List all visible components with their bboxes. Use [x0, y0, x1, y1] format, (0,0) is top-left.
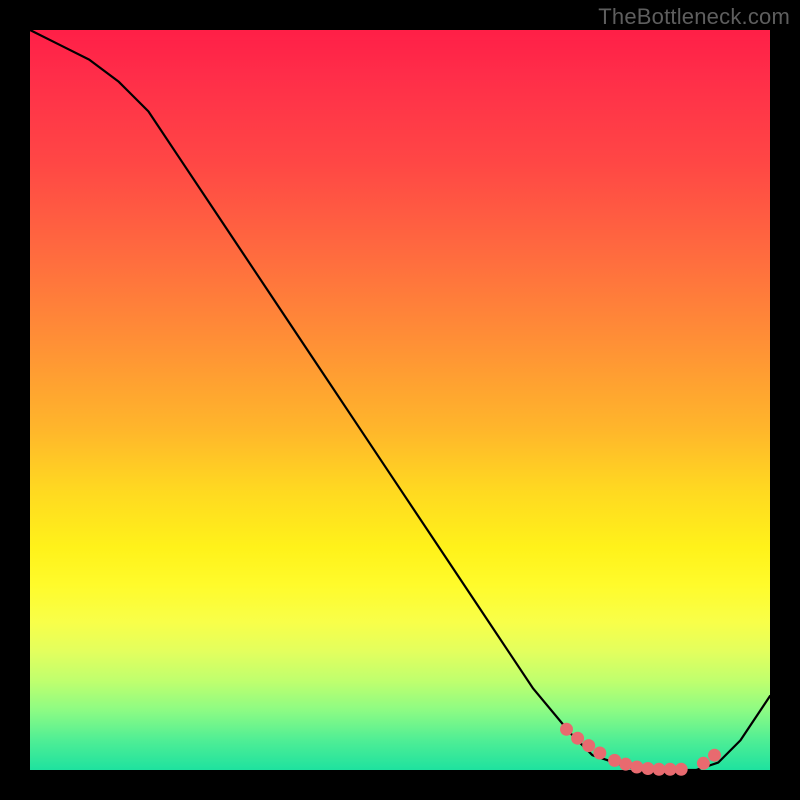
marker-dot	[593, 747, 606, 760]
marker-group	[560, 723, 721, 776]
marker-dot	[619, 758, 632, 771]
marker-dot	[571, 732, 584, 745]
marker-dot	[653, 763, 666, 776]
marker-dot	[708, 749, 721, 762]
marker-dot	[608, 754, 621, 767]
watermark-text: TheBottleneck.com	[598, 4, 790, 30]
marker-dot	[641, 762, 654, 775]
plot-area	[30, 30, 770, 770]
marker-dot	[630, 761, 643, 774]
marker-dot	[697, 757, 710, 770]
marker-dot	[664, 763, 677, 776]
chart-frame: TheBottleneck.com	[0, 0, 800, 800]
marker-dot	[582, 739, 595, 752]
marker-dot	[560, 723, 573, 736]
marker-dot	[675, 763, 688, 776]
chart-svg	[30, 30, 770, 770]
bottleneck-curve	[30, 30, 770, 770]
